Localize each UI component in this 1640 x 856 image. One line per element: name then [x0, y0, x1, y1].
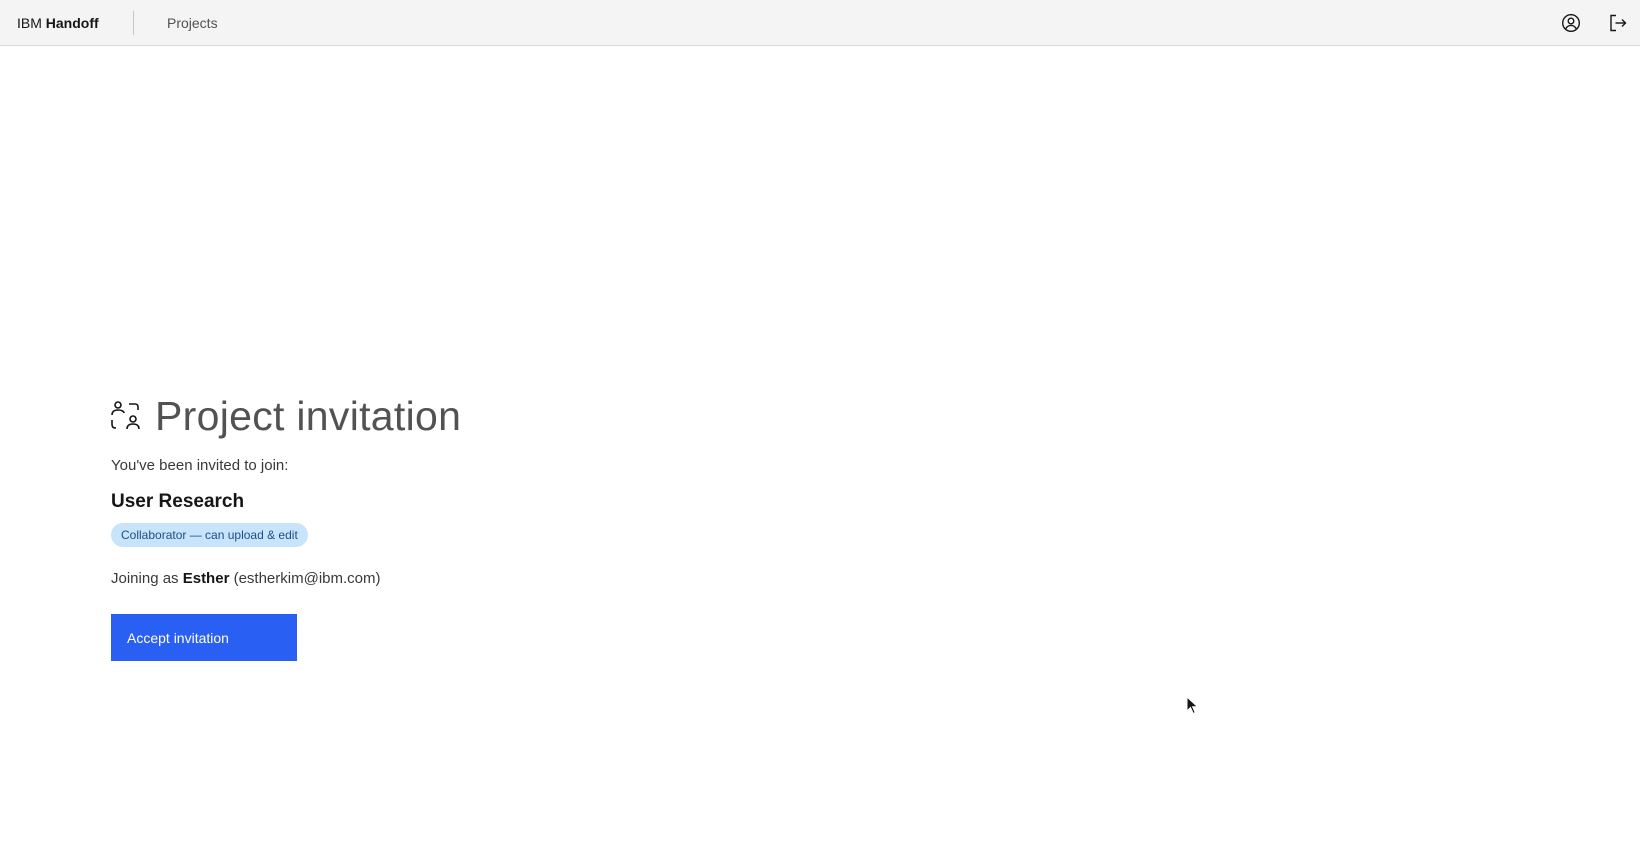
accept-invitation-button[interactable]: Accept invitation — [111, 614, 297, 661]
mouse-cursor-icon — [1186, 695, 1200, 716]
brand-name: Handoff — [45, 15, 99, 31]
role-tag: Collaborator — can upload & edit — [111, 523, 308, 547]
logout-icon[interactable] — [1606, 11, 1630, 35]
page-title: Project invitation — [155, 393, 462, 439]
top-header: IBM Handoff Projects — [0, 0, 1640, 46]
user-avatar-icon[interactable] — [1559, 11, 1583, 35]
invite-intro-text: You've been invited to join: — [111, 457, 289, 474]
brand-prefix: IBM — [17, 15, 42, 31]
header-divider — [133, 11, 134, 35]
invitation-panel: Project invitation You've been invited t… — [111, 390, 711, 661]
user-name: Esther — [182, 570, 230, 587]
project-name: User Research — [111, 491, 245, 512]
user-email: (estherkim@ibm.com) — [233, 570, 381, 587]
nav-projects-link[interactable]: Projects — [167, 14, 218, 32]
title-row: Project invitation — [111, 390, 711, 442]
app-brand[interactable]: IBM Handoff — [17, 14, 99, 32]
group-invite-icon — [111, 400, 141, 432]
joining-prefix: Joining as — [111, 570, 179, 587]
joining-as-text: Joining as Esther (estherkim@ibm.com) — [111, 569, 711, 589]
